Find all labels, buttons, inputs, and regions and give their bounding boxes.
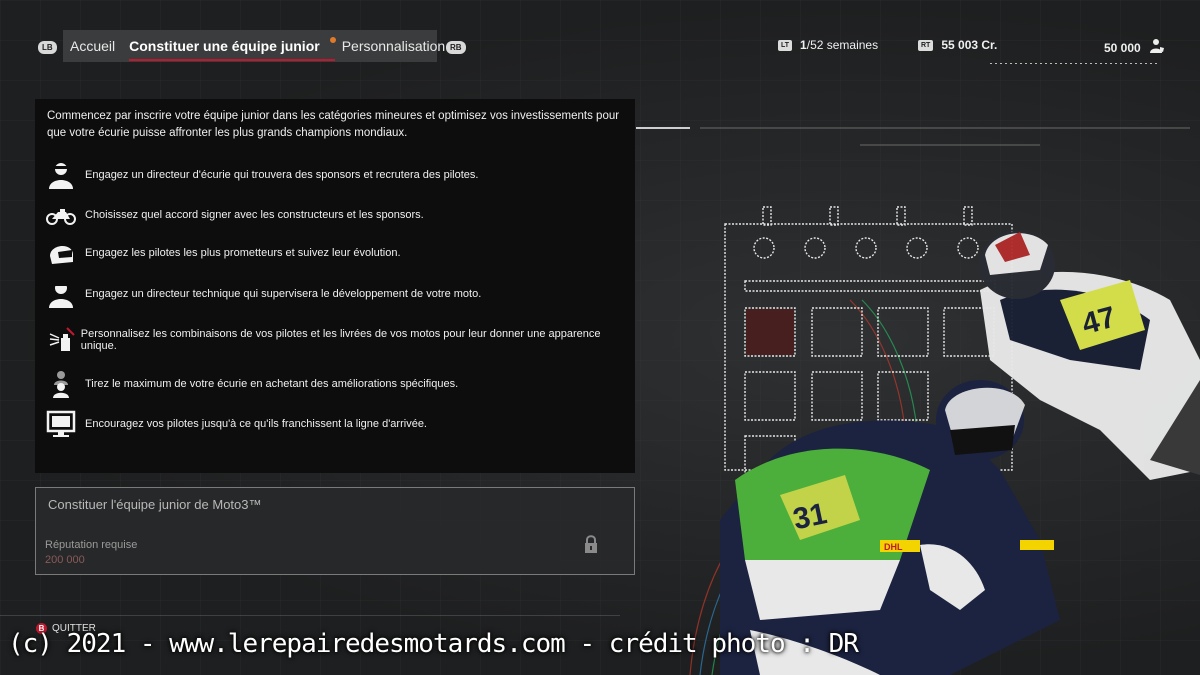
feature-item: Choisissez quel accord signer avec les c… — [45, 199, 424, 231]
week-total: /52 semaines — [806, 38, 879, 52]
feature-item: Engagez un directeur d'écurie qui trouve… — [45, 159, 478, 191]
lt-button-hint[interactable]: LT — [778, 39, 793, 51]
required-reputation-label: Réputation requise — [45, 539, 138, 551]
required-reputation-value: 200 000 — [45, 554, 85, 566]
card-title: Constituer l'équipe junior de Moto3™ — [48, 497, 262, 512]
team-manager-icon — [45, 159, 77, 191]
feature-item: Encouragez vos pilotes jusqu'à ce qu'ils… — [45, 408, 427, 440]
tab-junior-team[interactable]: Constituer une équipe junior — [122, 37, 336, 61]
rider-helmet-icon — [45, 237, 77, 269]
rt-button-hint[interactable]: RT — [918, 39, 934, 51]
tab-home[interactable]: Accueil — [63, 38, 122, 54]
info-panel: Commencez par inscrire votre équipe juni… — [35, 99, 635, 473]
reputation-counter: 50 000 — [1104, 38, 1165, 57]
feature-item: Tirez le maximum de votre écurie en ache… — [45, 368, 458, 400]
svg-text:DHL: DHL — [884, 542, 903, 552]
feature-item: Personnalisez les combinaisons de vos pi… — [45, 324, 635, 356]
copyright-watermark: (c) 2021 - www.lerepairedesmotards.com -… — [8, 629, 859, 659]
tab-customization[interactable]: Personnalisation — [335, 38, 453, 54]
monitor-icon — [45, 408, 77, 440]
junior-team-card[interactable]: Constituer l'équipe junior de Moto3™ Rép… — [35, 487, 635, 575]
lb-button-hint[interactable]: LB — [38, 41, 57, 54]
week-current: 1 — [800, 38, 807, 52]
motorbike-icon — [45, 199, 77, 231]
credits-counter: RT 55 003 Cr. — [918, 38, 997, 52]
lock-icon — [583, 534, 599, 559]
feature-text: Personnalisez les combinaisons de vos pi… — [80, 328, 601, 352]
week-counter: LT 1 /52 semaines — [778, 38, 878, 52]
reputation-value: 50 000 — [1104, 40, 1141, 55]
feature-text: Choisissez quel accord signer avec les c… — [85, 209, 424, 221]
top-nav: Accueil Constituer une équipe junior Per… — [63, 30, 445, 62]
feature-text: Engagez les pilotes les plus prometteurs… — [85, 247, 401, 259]
reputation-icon — [1149, 38, 1165, 57]
intro-text: Commencez par inscrire votre équipe juni… — [47, 110, 620, 139]
feature-text: Tirez le maximum de votre écurie en ache… — [85, 378, 459, 390]
tab-junior-team-label: Constituer une équipe junior — [129, 38, 320, 54]
feature-item: Engagez les pilotes les plus prometteurs… — [45, 237, 401, 269]
footer-divider — [0, 615, 620, 616]
feature-text: Encouragez vos pilotes jusqu'à ce qu'ils… — [85, 418, 427, 430]
feature-item: Engagez un directeur technique qui super… — [45, 278, 481, 310]
upgrades-icon — [45, 368, 77, 400]
rb-button-hint[interactable]: RB — [446, 41, 466, 54]
technical-director-icon — [45, 278, 77, 310]
paint-spray-icon — [45, 324, 77, 356]
feature-text: Engagez un directeur d'écurie qui trouve… — [85, 169, 479, 181]
stats-divider — [990, 63, 1160, 64]
svg-text:31: 31 — [790, 497, 830, 536]
feature-text: Engagez un directeur technique qui super… — [85, 288, 482, 300]
credits-value: 55 003 Cr. — [941, 38, 998, 52]
